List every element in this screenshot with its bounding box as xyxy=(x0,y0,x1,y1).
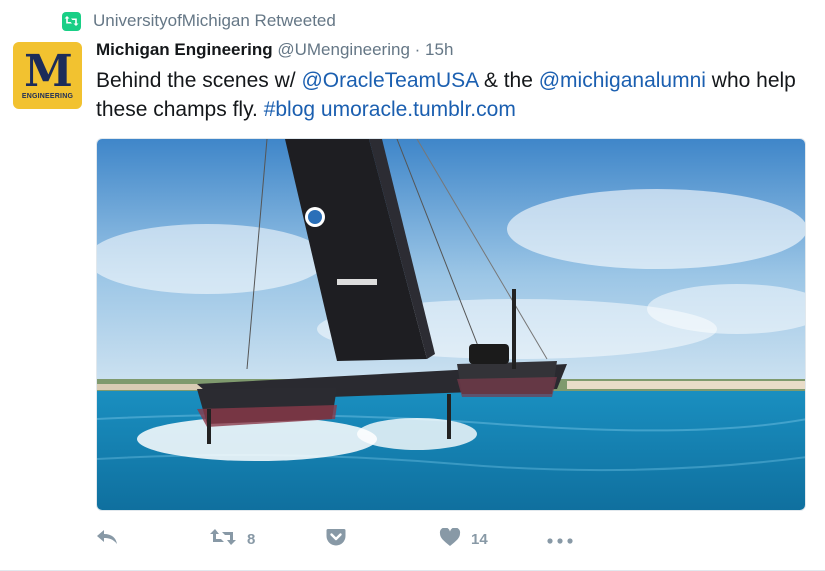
sailboat-photo xyxy=(97,139,805,510)
tweet-actions: 8 14 xyxy=(96,526,616,552)
like-count: 14 xyxy=(471,530,488,548)
retweet-button[interactable]: 8 xyxy=(209,526,255,552)
more-icon xyxy=(547,531,573,548)
retweet-count: 8 xyxy=(247,530,256,548)
separator-dot: · xyxy=(414,40,421,59)
display-name[interactable]: Michigan Engineering xyxy=(96,40,273,59)
tweet[interactable]: UniversityofMichigan Retweeted M ENGINEE… xyxy=(0,0,825,571)
retweet-badge-icon xyxy=(62,11,81,31)
retweet-context-text: UniversityofMichigan Retweeted xyxy=(93,11,336,30)
pocket-icon xyxy=(326,528,346,550)
mention-michiganalumni[interactable]: @michiganalumni xyxy=(539,69,706,92)
retweet-icon xyxy=(209,528,237,550)
reply-button[interactable] xyxy=(96,526,118,552)
avatar-logo-letter: M xyxy=(24,45,73,97)
avatar-logo-subtitle: ENGINEERING xyxy=(21,92,74,100)
hashtag-blog[interactable]: #blog xyxy=(264,98,315,121)
mention-oracleteamusa[interactable]: @OracleTeamUSA xyxy=(301,69,478,92)
tweet-url[interactable]: umoracle.tumblr.com xyxy=(321,98,516,121)
tweet-text-part: Behind the scenes w/ xyxy=(96,69,302,92)
tweet-header: Michigan Engineering @UMengineering · 15… xyxy=(96,40,453,60)
handle[interactable]: @UMengineering xyxy=(277,40,410,59)
heart-icon xyxy=(439,526,461,551)
tweet-photo[interactable] xyxy=(96,138,806,511)
pocket-button[interactable] xyxy=(326,526,346,552)
reply-icon xyxy=(96,529,118,549)
more-button[interactable] xyxy=(547,526,573,552)
tweet-text: Behind the scenes w/ @OracleTeamUSA & th… xyxy=(96,66,808,124)
tweet-text-part: & the xyxy=(478,69,539,92)
like-button[interactable]: 14 xyxy=(439,526,488,552)
retweet-context[interactable]: UniversityofMichigan Retweeted xyxy=(62,9,336,33)
avatar[interactable]: M ENGINEERING xyxy=(13,42,82,109)
timestamp[interactable]: 15h xyxy=(425,40,453,59)
